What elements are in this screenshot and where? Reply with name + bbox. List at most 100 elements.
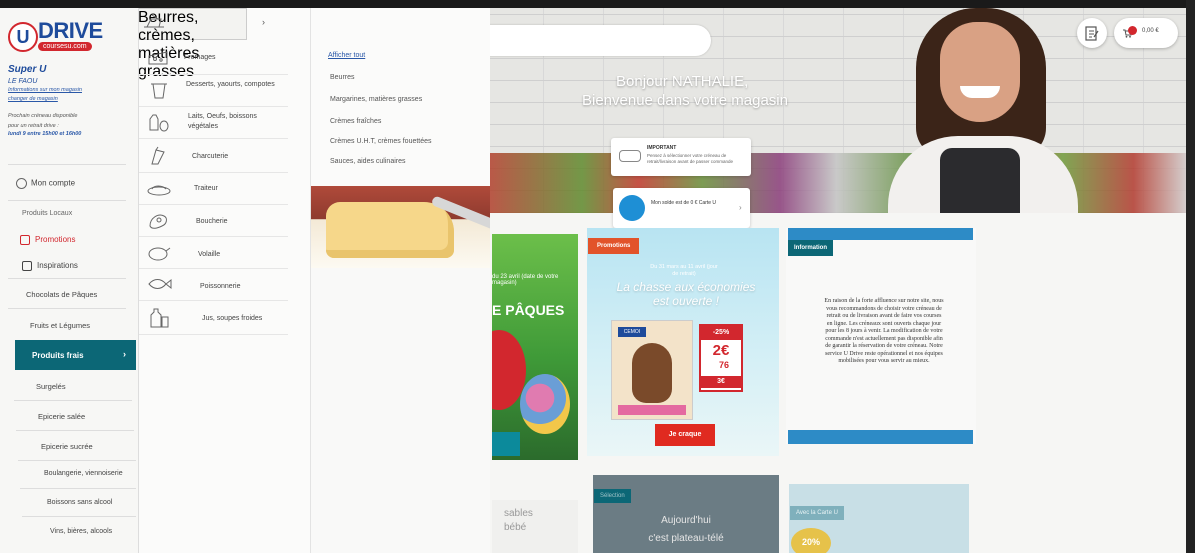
submenu-item-traiteur[interactable]: Traiteur [138,174,288,205]
change-store-link[interactable]: changer de magasin [8,96,58,102]
promotion-card[interactable]: Promotions Du 31 mars au 11 avril (jour … [587,228,779,456]
logo-letter: U [8,22,38,52]
cart-amount: 0,00 € [1142,28,1159,34]
submenu-item-poissonnerie[interactable]: Poissonnerie [138,270,288,301]
slot-time[interactable]: lundi 9 entre 15h00 et 16h00 [8,131,81,137]
baby-card-line1: sables [504,508,533,519]
subcategory-item[interactable]: Crèmes U.H.T, crèmes fouettées [330,138,432,145]
chocolate-product-image: CEMOI [611,320,693,420]
carte-u-card[interactable]: Avec la Carte U 20% [789,484,969,553]
notice-title: IMPORTANT [647,145,677,151]
price-cents: 76 [718,360,729,370]
tv-card-line1: Aujourd'hui [661,515,711,526]
easter-eggs-image [520,374,570,434]
cart-button[interactable]: 0,00 € [1114,18,1178,48]
category-produits-frais[interactable]: Produits frais › [15,340,136,370]
submenu-item-laits[interactable]: Laits, Oeufs, boissons végétales [138,108,288,139]
subcategory-item[interactable]: Sauces, aides culinaires [330,158,406,165]
show-all-link[interactable]: Afficher tout [328,52,365,59]
category-boulangerie[interactable]: Boulangerie, viennoiserie [44,470,172,477]
discount-percent: -25% [701,326,741,340]
balance-text: Mon solde est de 0 € Carte U [651,200,717,206]
category-epicerie-sucree[interactable]: Epicerie sucrée [41,442,169,451]
category-label: Produits frais [32,351,84,360]
submenu-item-desserts[interactable]: Desserts, yaourts, compotes [138,76,288,107]
submenu-label: Boucherie [196,218,228,225]
cart-count-badge [1128,26,1137,35]
promotions-link[interactable]: Promotions [20,235,75,245]
submenu-label: Laits, Oeufs, boissons végétales [188,113,257,130]
submenu-item-boucherie[interactable]: Boucherie [138,206,288,237]
submenu-item-fromages[interactable]: Fromages [138,44,288,75]
submenu-item-jus[interactable]: Jus, soupes froides [138,304,288,335]
meat-icon [149,214,167,229]
account-label: Mon compte [31,178,76,188]
promotion-tag: Promotions [588,238,640,254]
store-info-link[interactable]: Informations sur mon magasin [8,87,82,93]
slot-notice[interactable]: IMPORTANT Pensez à sélectionner votre cr… [611,138,751,176]
easter-banner[interactable]: du 23 avril (date de votre magasin) E PÂ… [492,234,578,460]
milk-eggs-icon [149,114,169,132]
submenu-label: Desserts, yaourts, compotes [186,81,275,88]
loyalty-card-icon [619,195,645,221]
store-town: LE FAOU [8,78,38,85]
chocolate-bunny-image [632,343,672,403]
tv-card-line2: c'est plateau-télé [648,533,724,544]
shopping-list-button[interactable] [1077,18,1107,48]
account-link[interactable]: Mon compte [16,178,75,189]
subcategory-item[interactable]: Margarines, matières grasses [330,96,422,103]
store-name: Super U [8,64,47,75]
price-euros: 2€ [712,342,730,359]
shop-assistant-photo [878,8,1078,213]
subcategory-item[interactable]: Crèmes fraîches [330,118,381,125]
submenu-item-charcuterie[interactable]: Charcuterie [138,142,288,173]
user-icon [16,178,27,189]
baby-card-line2: bébé [504,522,527,533]
baby-card[interactable]: sables bébé [492,500,578,553]
submenu-item-volaille[interactable]: Volaille [138,238,288,269]
category-fruits-legumes[interactable]: Fruits et Légumes [30,321,158,330]
submenu-label: Jus, soupes froides [202,315,263,322]
category-epicerie-salee[interactable]: Epicerie salée [38,412,166,421]
poultry-icon [148,247,171,261]
product-brand: CEMOI [618,327,646,337]
search-input[interactable] [483,25,711,56]
tag-icon [20,235,30,245]
selection-tag: Sélection [594,489,631,503]
inspirations-label: Inspirations [37,261,78,271]
yogurt-icon [151,83,167,99]
local-products-link[interactable]: Produits Locaux [22,210,72,217]
category-chocolats[interactable]: Chocolats de Pâques [26,290,154,299]
loyalty-balance[interactable]: Mon solde est de 0 € Carte U › [613,188,750,228]
butter-image [310,186,490,268]
slot-line1: Prochain créneau disponible [8,113,78,119]
submenu-item-beurres[interactable]: Beurres, crèmes, matières grasses [137,8,247,80]
butter-dish-icon [144,14,164,28]
slot-line2: pour un retrait drive : [8,123,59,129]
subcategory-panel: Afficher tout Beurres Margarines, matièr… [310,8,490,186]
dish-icon [147,185,171,196]
easter-teal-block [492,432,520,456]
inspirations-link[interactable]: Inspirations [22,261,78,271]
discount-disc: 20% [791,528,831,553]
produce-background [483,153,1190,213]
lightbulb-icon [22,261,32,271]
ham-icon [151,146,165,165]
category-vins[interactable]: Vins, bières, alcools [50,528,178,535]
sidebar: U DRIVE coursesu.com Super U LE FAOU Inf… [0,8,139,553]
car-icon [619,150,641,162]
category-surgeles[interactable]: Surgelés [36,382,164,391]
tv-dinner-card[interactable]: Sélection Aujourd'hui c'est plateau-télé [593,475,779,553]
browser-viewport: Bonjour NATHALIE, Bienvenue dans votre m… [0,8,1190,553]
je-craque-button[interactable]: Je craque [655,424,715,446]
promotion-headline: La chasse aux économies est ouverte ! [616,280,756,308]
promotion-dates: Du 31 mars au 11 avril (jour de retrait) [650,264,718,277]
submenu-label: Traiteur [194,185,218,192]
monitor-bezel [1186,0,1195,553]
original-price: 3€ [701,376,741,388]
subcategory-item[interactable]: Beurres [330,74,355,81]
submenu-label: Poissonnerie [200,283,241,290]
category-boissons[interactable]: Boissons sans alcool [47,499,175,506]
chevron-right-icon: › [739,203,742,212]
submenu-label: Volaille [198,251,221,258]
